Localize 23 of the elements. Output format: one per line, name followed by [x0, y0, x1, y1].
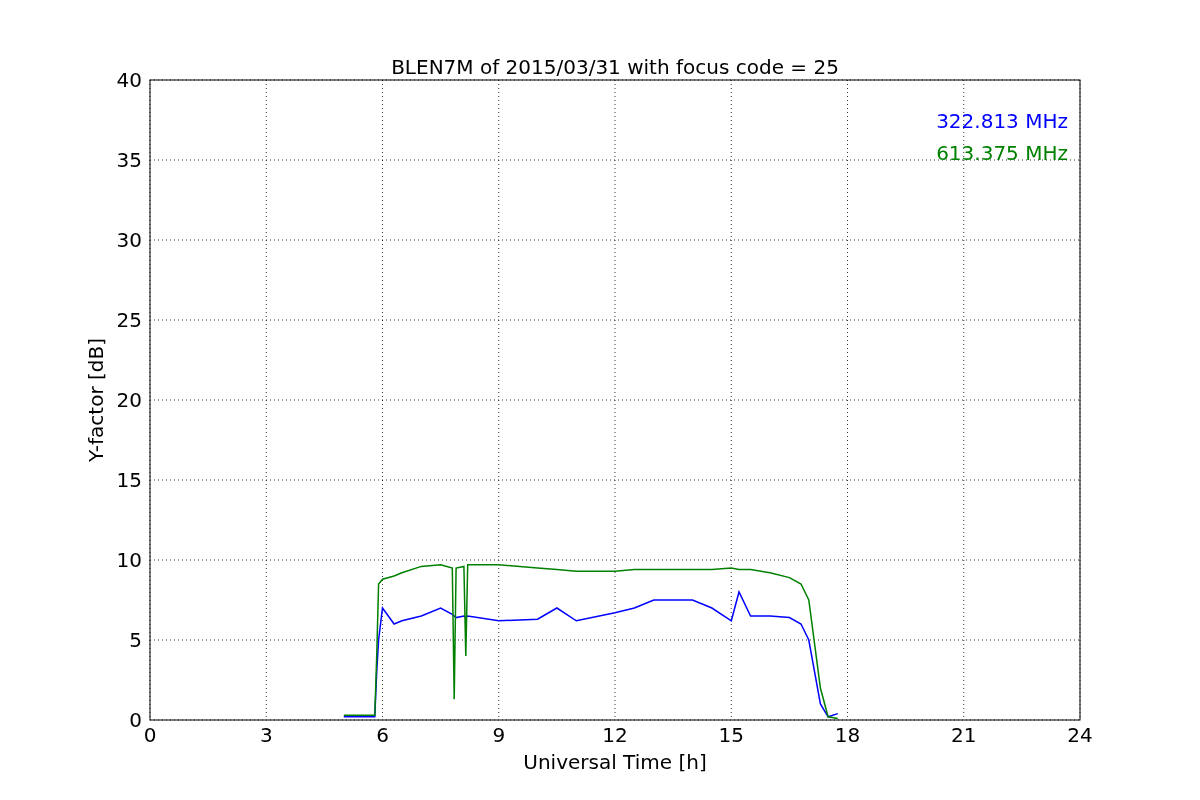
y-tick-label: 0 — [129, 708, 142, 732]
y-tick-label: 40 — [116, 68, 142, 92]
y-tick-label: 5 — [129, 628, 142, 652]
x-tick-label: 24 — [1067, 723, 1093, 747]
x-tick-label: 18 — [834, 723, 861, 747]
y-tick-label: 15 — [116, 468, 142, 492]
x-tick-label: 12 — [602, 723, 628, 747]
x-tick-label: 3 — [259, 723, 273, 747]
y-tick-label: 35 — [116, 148, 142, 172]
y-tick-label: 20 — [116, 388, 142, 412]
chart-title: BLEN7M of 2015/03/31 with focus code = 25 — [391, 55, 839, 79]
x-tick-label: 21 — [951, 723, 977, 747]
y-tick-label: 30 — [116, 228, 142, 252]
y-tick-label: 10 — [116, 548, 142, 572]
x-tick-label: 9 — [492, 723, 506, 747]
y-axis-label: Y-factor [dB] — [84, 338, 108, 462]
legend-label: 322.813 MHz — [936, 109, 1068, 133]
y-tick-label: 25 — [116, 308, 142, 332]
x-axis-label: Universal Time [h] — [523, 750, 707, 774]
x-tick-label: 15 — [718, 723, 744, 747]
x-tick-label: 6 — [376, 723, 389, 747]
legend-label: 613.375 MHz — [936, 141, 1068, 165]
x-tick-label: 0 — [143, 723, 157, 747]
